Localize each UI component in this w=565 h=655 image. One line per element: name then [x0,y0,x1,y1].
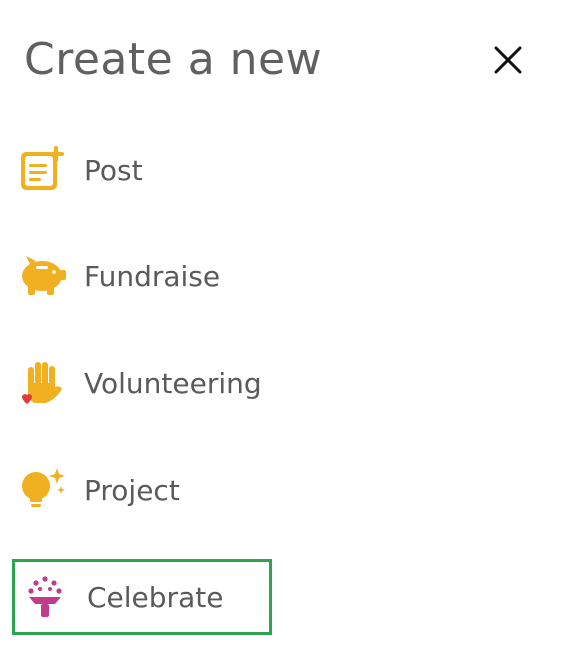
menu-item-celebrate[interactable]: Celebrate [12,559,272,635]
close-icon [494,46,522,74]
menu-item-fundraise[interactable]: Fundraise [12,238,272,314]
party-popper-icon [17,569,73,625]
menu-item-label: Celebrate [87,580,224,614]
lightbulb-sparkle-icon [14,462,70,518]
piggy-bank-icon [14,248,70,304]
menu-item-label: Volunteering [84,366,262,400]
menu-item-post[interactable]: Post [12,132,272,208]
raised-hand-heart-icon [14,355,70,411]
close-button[interactable] [486,38,530,82]
dialog-header: Create a new [0,0,565,120]
document-plus-icon [14,142,70,198]
menu-item-volunteering[interactable]: Volunteering [12,345,272,421]
menu-item-label: Fundraise [84,259,221,293]
menu-item-project[interactable]: Project [12,452,272,528]
menu-item-label: Project [84,473,180,507]
page-title: Create a new [24,34,323,85]
menu-item-label: Post [84,153,143,187]
